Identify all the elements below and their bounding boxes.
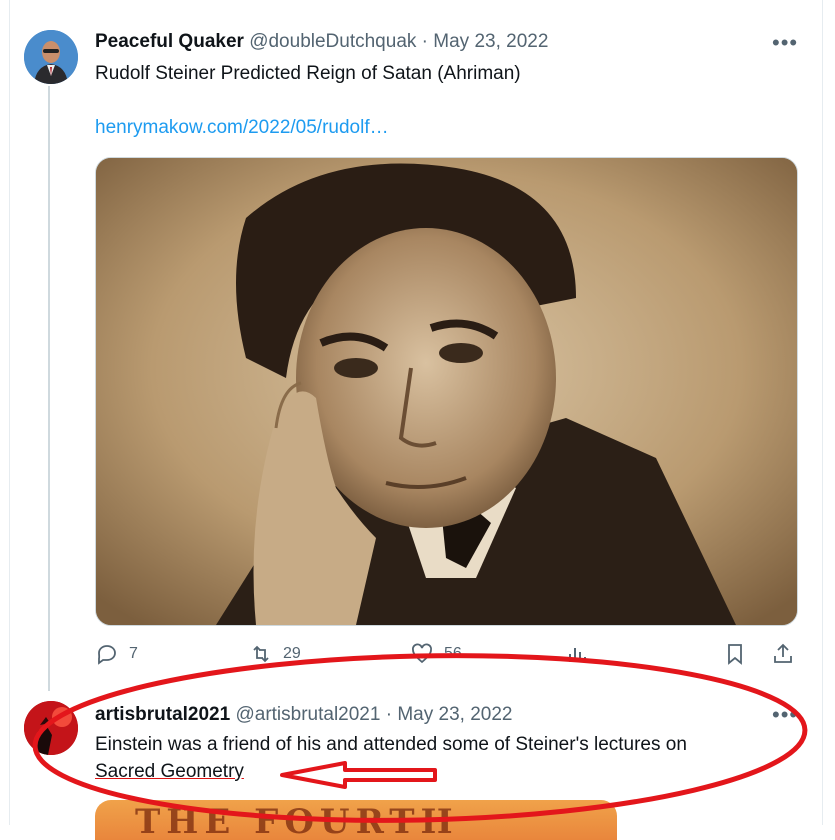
book-cover-title: THE FOURTH <box>135 802 459 840</box>
tweet-image[interactable] <box>95 157 798 626</box>
more-icon[interactable]: ••• <box>772 702 798 728</box>
author-handle[interactable]: @doubleDutchquak <box>249 31 416 52</box>
bookmark-icon <box>728 644 742 665</box>
author-name[interactable]: artisbrutal2021 <box>95 704 230 725</box>
tweet-header: Peaceful Quaker @doubleDutchquak · May 2… <box>95 31 548 53</box>
retweet-count: 29 <box>283 645 301 662</box>
timeline-right-border <box>822 0 823 825</box>
tweet-date[interactable]: May 23, 2022 <box>433 31 548 52</box>
views-icon <box>569 648 586 662</box>
tweet-text-line-1: Einstein was a friend of his and attende… <box>95 734 687 755</box>
views-button[interactable] <box>565 642 589 666</box>
arrow-annotation-icon <box>280 761 437 789</box>
tweet-header: artisbrutal2021 @artisbrutal2021 · May 2… <box>95 704 512 726</box>
separator-dot: · <box>421 31 428 52</box>
more-icon[interactable]: ••• <box>772 30 798 56</box>
like-count: 56 <box>444 645 462 662</box>
like-icon <box>412 643 432 664</box>
reply-icon <box>98 645 116 665</box>
timeline-left-border <box>9 0 10 825</box>
retweet-icon <box>253 645 269 663</box>
avatar[interactable] <box>24 701 78 755</box>
like-button[interactable]: 56 <box>410 642 462 666</box>
bookmark-button[interactable] <box>723 642 747 666</box>
share-icon <box>774 643 792 663</box>
thread-connector-line <box>48 86 50 691</box>
avatar-art-icon <box>24 701 78 755</box>
reply-count: 7 <box>129 645 138 662</box>
reply-button[interactable]: 7 <box>95 642 138 666</box>
tweet-text-line-2: Sacred Geometry <box>95 761 244 783</box>
highlighted-phrase: Sacred Geometry <box>95 761 244 782</box>
portrait-photo-icon <box>96 158 797 625</box>
separator-dot: · <box>385 704 393 725</box>
author-handle[interactable]: @artisbrutal2021 <box>235 704 380 725</box>
avatar-portrait-icon <box>24 30 78 84</box>
share-button[interactable] <box>771 642 795 666</box>
tweet-date[interactable]: May 23, 2022 <box>397 704 512 725</box>
author-name[interactable]: Peaceful Quaker <box>95 31 244 52</box>
avatar[interactable] <box>24 30 78 84</box>
tweet-text: Rudolf Steiner Predicted Reign of Satan … <box>95 63 521 84</box>
tweet-link[interactable]: henrymakow.com/2022/05/rudolf… <box>95 117 389 139</box>
tweet-image-book-cover[interactable]: THE FOURTH <box>95 800 617 840</box>
tweet-actions: 7 29 56 <box>95 642 801 670</box>
retweet-button[interactable]: 29 <box>249 642 301 666</box>
